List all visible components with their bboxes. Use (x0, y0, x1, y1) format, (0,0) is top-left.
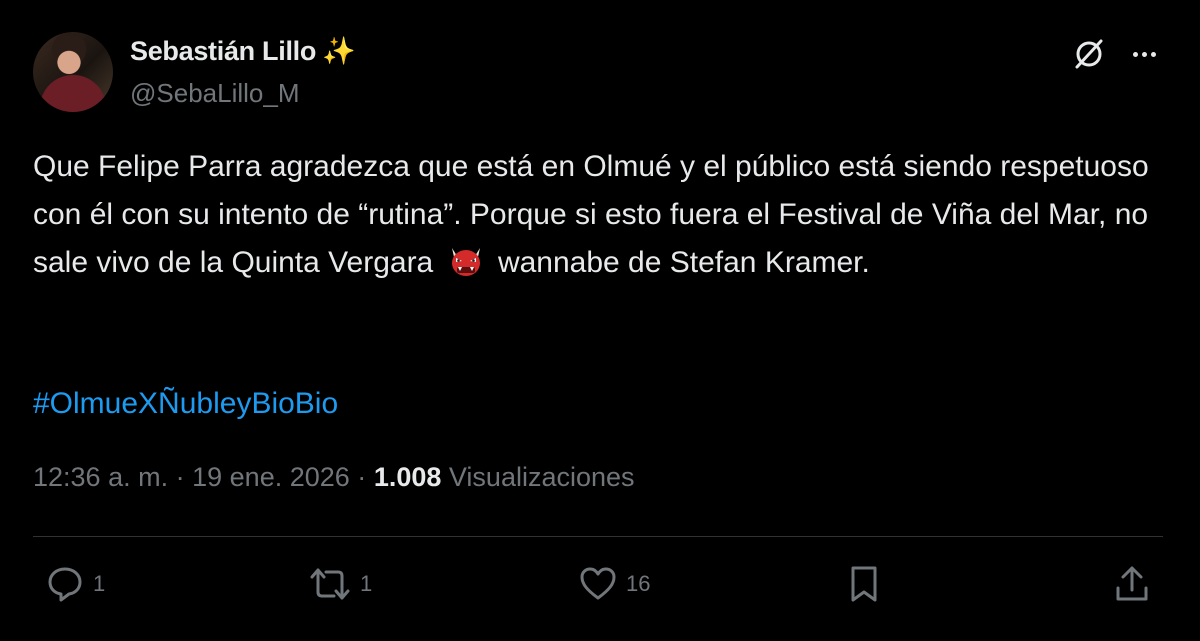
heart-icon (580, 567, 616, 600)
display-name[interactable]: Sebastián Lillo (130, 36, 316, 67)
reply-button[interactable]: 1 (45, 564, 105, 604)
reply-count: 1 (93, 571, 106, 596)
action-bar: 1 1 16 (0, 556, 1200, 616)
share-icon (1116, 566, 1148, 601)
user-name-row: Sebastián Lillo ✨ (130, 36, 356, 67)
tweet-meta: 12:36 a. m. · 19 ene. 2026 · 1.008 Visua… (33, 462, 635, 493)
hashtag-link[interactable]: #OlmueXÑubleyBioBio (33, 380, 338, 428)
meta-separator: · (357, 462, 367, 492)
share-button[interactable] (1112, 564, 1152, 604)
like-button[interactable]: 16 (578, 564, 650, 604)
repost-button[interactable]: 1 (308, 564, 372, 604)
tweet-text: Que Felipe Parra agradezca que está en O… (33, 143, 1153, 287)
grok-button[interactable] (1071, 36, 1107, 72)
ogre-emoji (451, 248, 480, 276)
like-count: 16 (626, 571, 651, 596)
more-icon (1132, 51, 1156, 57)
meta-separator: · (175, 462, 185, 492)
tweet-time[interactable]: 12:36 a. m. (33, 462, 168, 492)
grok-icon (1075, 39, 1103, 69)
sparkles-emoji: ✨ (322, 36, 356, 66)
more-button[interactable] (1124, 36, 1164, 72)
repost-icon (310, 568, 350, 600)
repost-count: 1 (360, 571, 373, 596)
avatar[interactable] (33, 32, 113, 112)
views-count: 1.008 (373, 462, 442, 492)
reply-icon (48, 567, 82, 602)
tweet-date[interactable]: 19 ene. 2026 (192, 462, 350, 492)
bookmark-button[interactable] (846, 564, 882, 604)
bookmark-icon (851, 566, 877, 602)
user-handle[interactable]: @SebaLillo_M (130, 78, 299, 109)
views-label: Visualizaciones (448, 462, 635, 492)
divider (33, 536, 1163, 537)
tweet: Sebastián Lillo ✨ @SebaLillo_M Que Felip… (0, 0, 1200, 641)
tweet-text-part-2: wannabe de Stefan Kramer. (497, 246, 870, 279)
